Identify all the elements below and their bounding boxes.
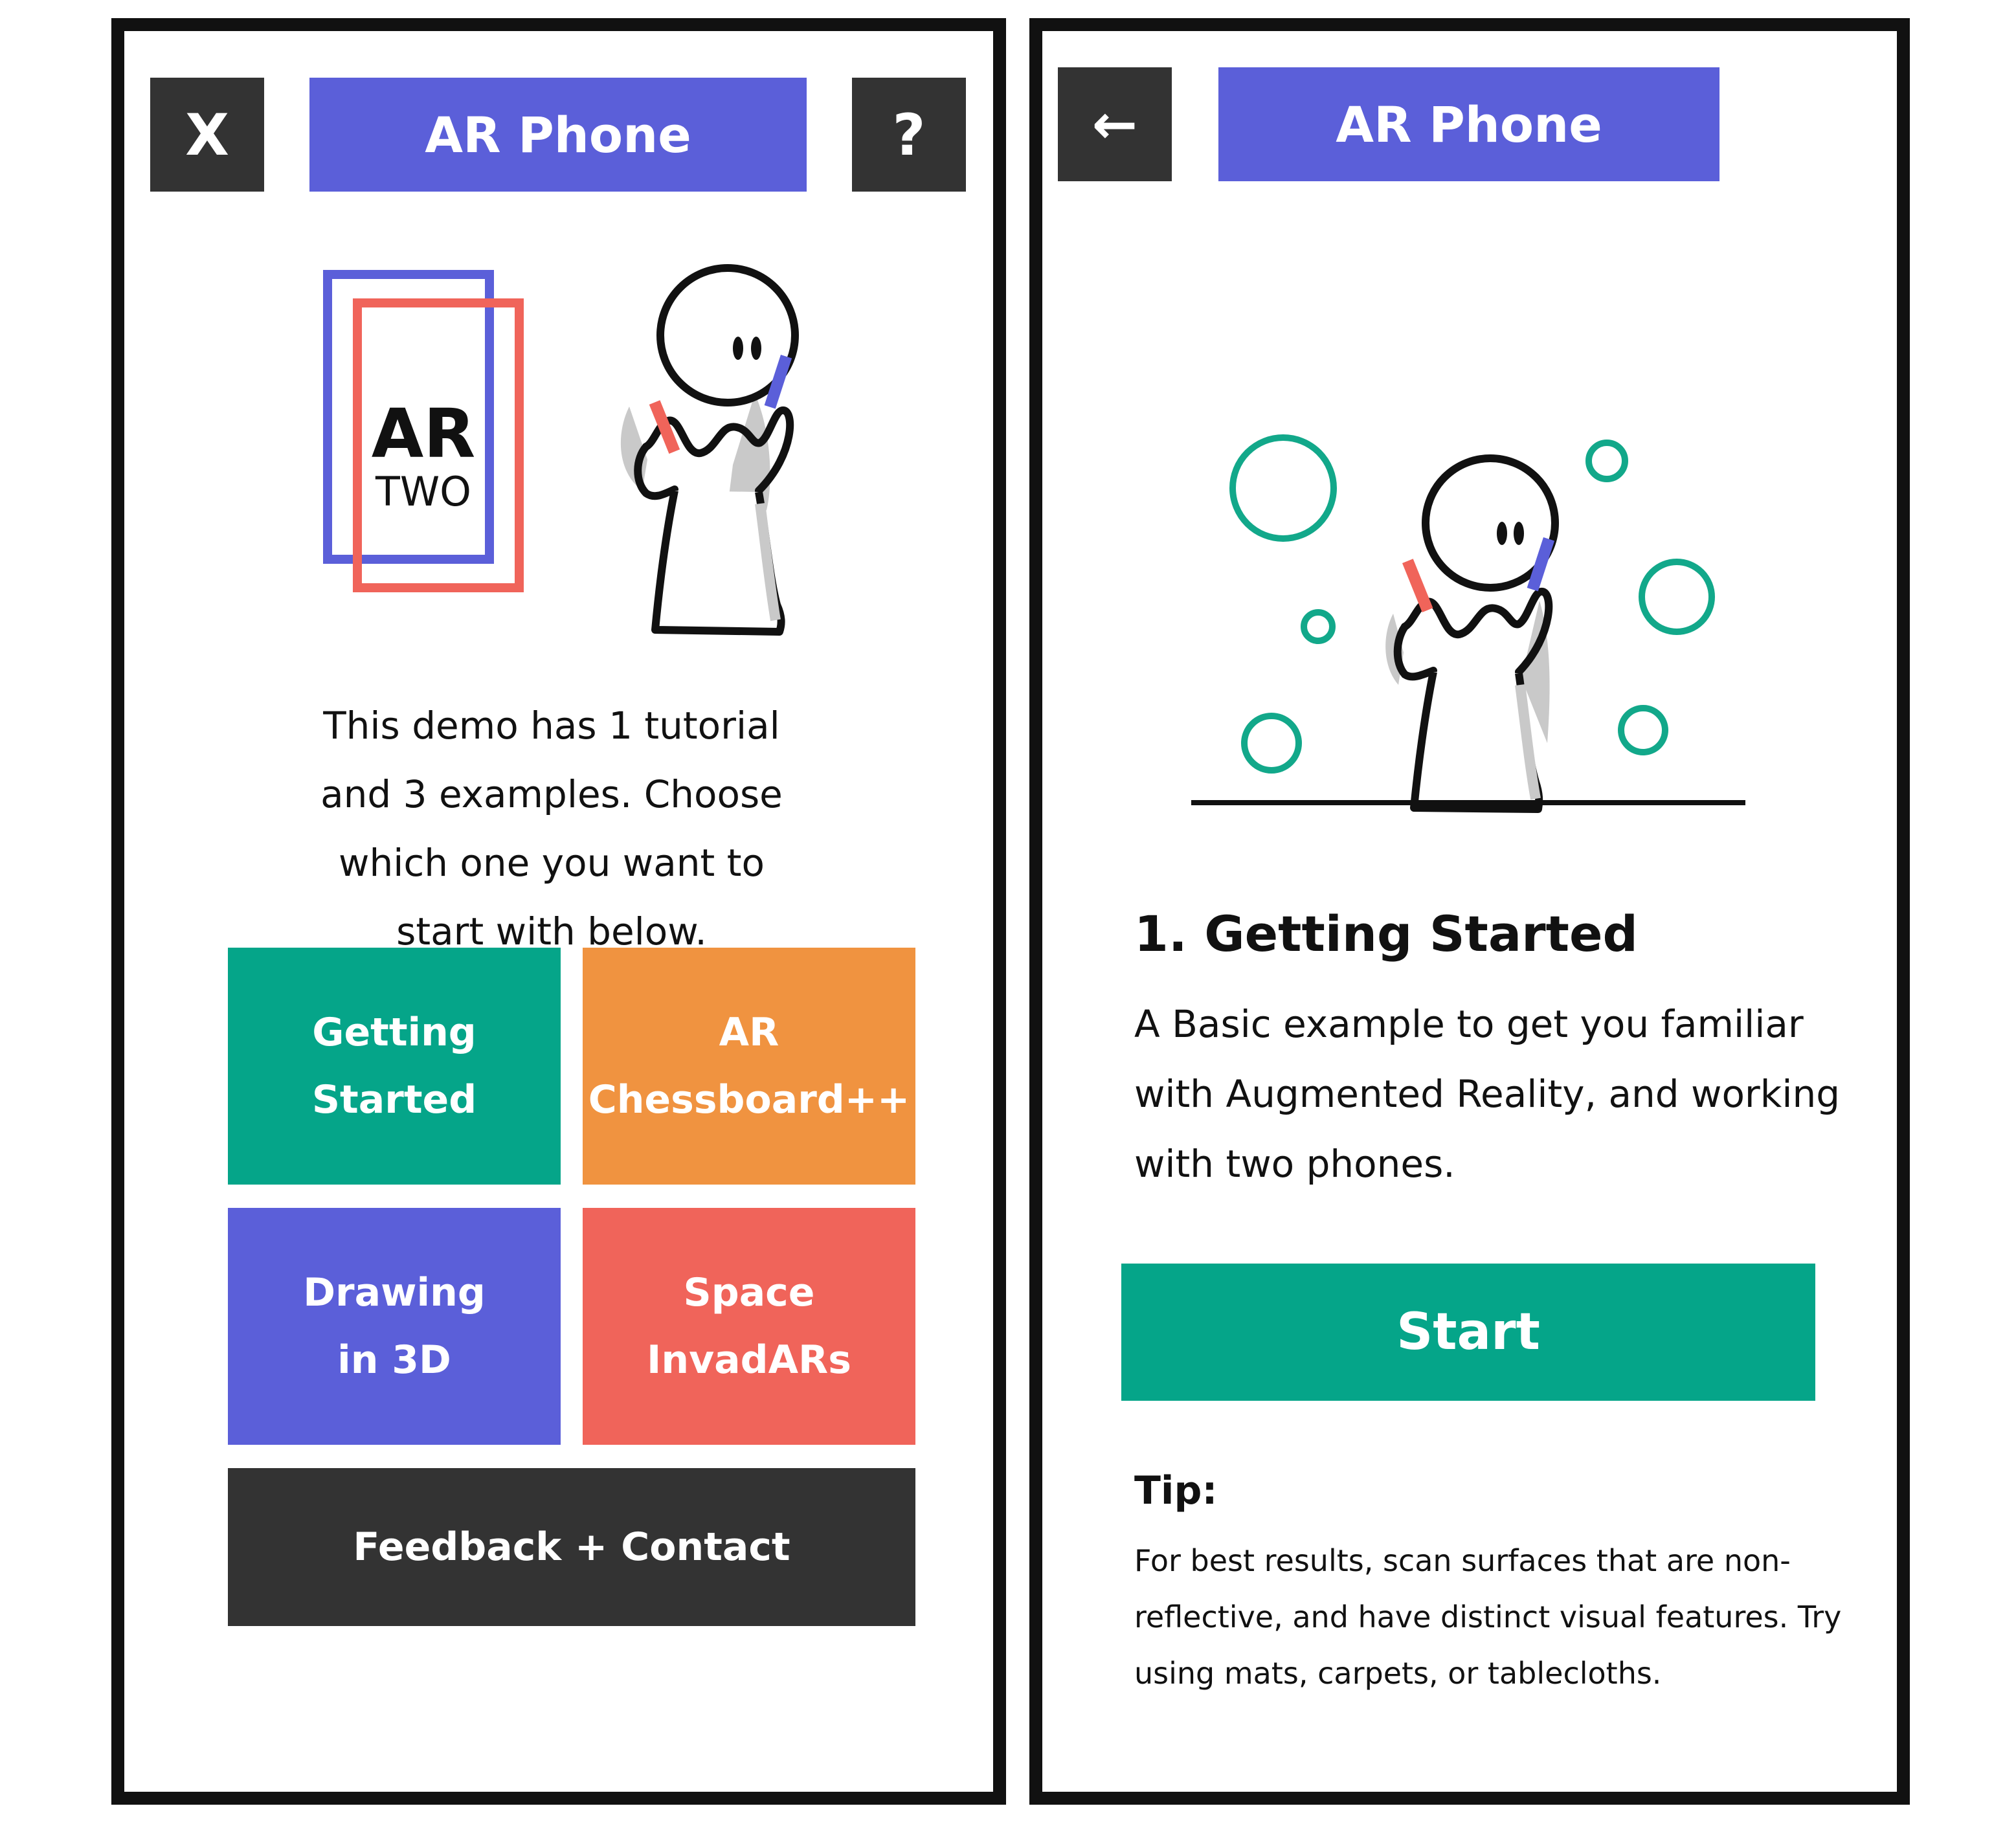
- bubble-circle: [1229, 434, 1337, 542]
- character-eye-left: [733, 337, 743, 360]
- logo-text-ar: AR: [372, 394, 476, 473]
- feedback-contact-button[interactable]: Feedback + Contact: [228, 1468, 915, 1626]
- tip-text: For best results, scan surfaces that are…: [1134, 1543, 1842, 1691]
- tile-drawing-in-3d[interactable]: Drawing in 3D: [228, 1208, 561, 1445]
- back-arrow-icon: ←: [1092, 93, 1138, 156]
- close-icon: X: [185, 101, 229, 168]
- app-title-bar: AR Phone: [1218, 67, 1719, 181]
- ar-two-logo: AR TWO: [323, 270, 524, 592]
- character-illustration: [620, 264, 799, 636]
- app-title: AR Phone: [425, 106, 691, 164]
- app-title-bar: AR Phone: [309, 78, 807, 192]
- tutorial-illustration: [1191, 434, 1745, 813]
- tip-label: Tip:: [1134, 1468, 1218, 1513]
- app-title: AR Phone: [1336, 95, 1602, 153]
- intro-text: This demo has 1 tutorial and 3 examples.…: [320, 704, 783, 953]
- help-icon: ?: [892, 101, 926, 168]
- character-eye-left: [1497, 522, 1507, 545]
- character-eye-right: [1514, 522, 1524, 545]
- help-button[interactable]: ?: [852, 78, 966, 192]
- bubble-circle: [1301, 609, 1336, 644]
- back-button[interactable]: ←: [1058, 67, 1172, 181]
- tile-space-invadars[interactable]: Space InvadARs: [583, 1208, 915, 1445]
- logo-text-two: TWO: [375, 468, 471, 515]
- home-screen: X AR Phone ? AR TWO This demo has 1 tuto…: [111, 18, 1006, 1805]
- bubble-circle: [1639, 559, 1715, 635]
- section-title: 1. Getting Started: [1134, 905, 1638, 963]
- bubble-circle: [1618, 705, 1668, 755]
- tile-getting-started[interactable]: Getting Started: [228, 948, 561, 1185]
- section-description: A Basic example to get you familiar with…: [1134, 1002, 1841, 1186]
- close-button[interactable]: X: [150, 78, 264, 192]
- bubble-circle: [1241, 713, 1302, 774]
- tile-ar-chessboard[interactable]: AR Chessboard++: [583, 948, 915, 1185]
- tutorial-screen: ← AR Phone 1. Getting Started A Basic ex…: [1029, 18, 1910, 1805]
- bubble-circle: [1585, 440, 1628, 482]
- start-button[interactable]: Start: [1121, 1264, 1815, 1401]
- character-eye-right: [751, 337, 761, 360]
